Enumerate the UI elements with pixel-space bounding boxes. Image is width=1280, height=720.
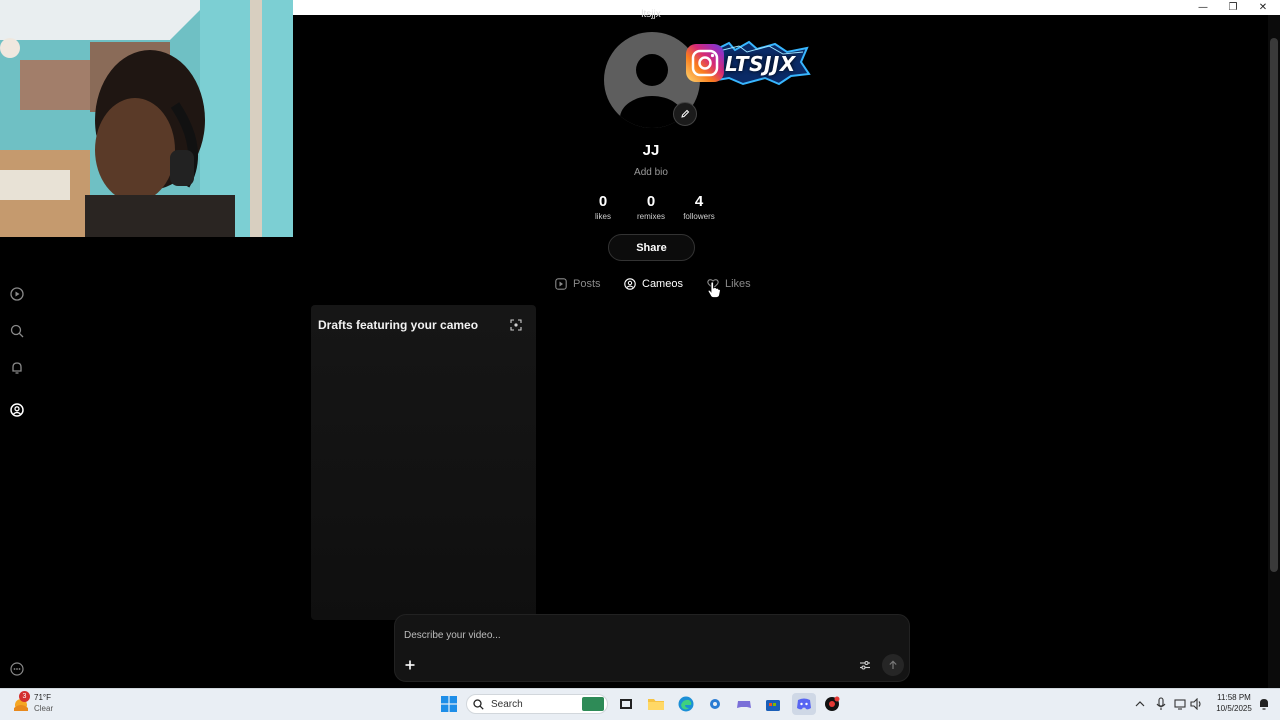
bell-icon[interactable]	[9, 360, 25, 376]
share-button[interactable]: Share	[608, 234, 695, 261]
describe-video-input[interactable]	[404, 626, 824, 644]
weather-badge: 3	[19, 691, 30, 702]
weather-temperature[interactable]: 71°F	[34, 693, 51, 702]
restore-button[interactable]: ❐	[1218, 0, 1248, 15]
game-app-icon[interactable]	[734, 695, 754, 713]
clock-date[interactable]: 10/5/2025	[1212, 704, 1256, 713]
plus-icon	[405, 660, 415, 670]
task-view-icon[interactable]	[616, 695, 636, 713]
settings-button[interactable]	[854, 654, 876, 676]
drafts-card[interactable]	[311, 305, 536, 620]
drafts-title: Drafts featuring your cameo	[318, 318, 479, 332]
chevron-up-icon[interactable]	[1130, 695, 1150, 713]
person-circle-icon	[624, 278, 636, 290]
more-icon[interactable]	[9, 661, 25, 677]
weather-description[interactable]: Clear	[34, 704, 53, 713]
taskbar-search[interactable]: Search	[466, 694, 608, 714]
close-button[interactable]: ✕	[1248, 0, 1278, 15]
stat-followers[interactable]: 4 followers	[669, 193, 729, 221]
tab-posts[interactable]: Posts	[555, 276, 601, 292]
sliders-icon	[860, 660, 870, 670]
discord-icon[interactable]	[792, 693, 816, 715]
stream-logo-overlay: LTSJJX	[683, 40, 811, 88]
taskbar	[0, 688, 1280, 720]
arrow-up-icon	[889, 660, 897, 669]
start-windows-icon[interactable]	[439, 695, 459, 713]
play-square-icon	[555, 278, 567, 290]
profile-icon[interactable]	[9, 402, 25, 418]
tab-cameos[interactable]: Cameos	[624, 276, 683, 292]
add-attachment-button[interactable]	[399, 654, 421, 676]
window-title-bar	[293, 0, 1280, 15]
stat-value: 4	[694, 193, 704, 210]
edge-browser-icon[interactable]	[676, 695, 696, 713]
edit-avatar-button[interactable]	[673, 102, 697, 126]
notification-bell-icon[interactable]	[1254, 695, 1274, 713]
profile-handle: ltsjjx	[641, 9, 661, 20]
logo-text: LTSJJX	[725, 52, 796, 76]
recording-app-icon[interactable]	[822, 695, 842, 713]
send-button[interactable]	[882, 654, 904, 676]
tab-label: Cameos	[642, 278, 683, 290]
search-icon[interactable]	[9, 323, 25, 339]
screen: — ❐ ✕ ltsjjx LTSJJX JJ Add bio 0 likes 0…	[0, 0, 1280, 720]
search-icon	[473, 698, 484, 710]
tab-label: Likes	[725, 278, 751, 290]
profile-name: JJ	[642, 142, 660, 159]
settings-app-icon[interactable]	[705, 695, 725, 713]
clock-time[interactable]: 11:58 PM	[1214, 693, 1254, 702]
volume-icon[interactable]	[1187, 695, 1207, 713]
scrollbar-thumb[interactable]	[1270, 38, 1278, 572]
focus-frame-icon[interactable]	[509, 318, 523, 332]
pencil-icon	[681, 109, 690, 118]
prompt-composer	[394, 614, 910, 682]
play-icon[interactable]	[9, 286, 25, 302]
microphone-icon[interactable]	[1151, 695, 1171, 713]
file-explorer-icon[interactable]	[646, 695, 666, 713]
minimize-button[interactable]: —	[1188, 0, 1218, 15]
tab-label: Posts	[573, 278, 601, 290]
stat-label: followers	[683, 212, 715, 221]
search-highlight-icon	[582, 697, 604, 711]
search-label: Search	[491, 698, 523, 710]
hand-cursor-icon	[707, 281, 721, 298]
store-icon[interactable]	[763, 695, 783, 713]
webcam-overlay	[0, 0, 293, 237]
add-bio-link[interactable]: Add bio	[600, 167, 702, 178]
